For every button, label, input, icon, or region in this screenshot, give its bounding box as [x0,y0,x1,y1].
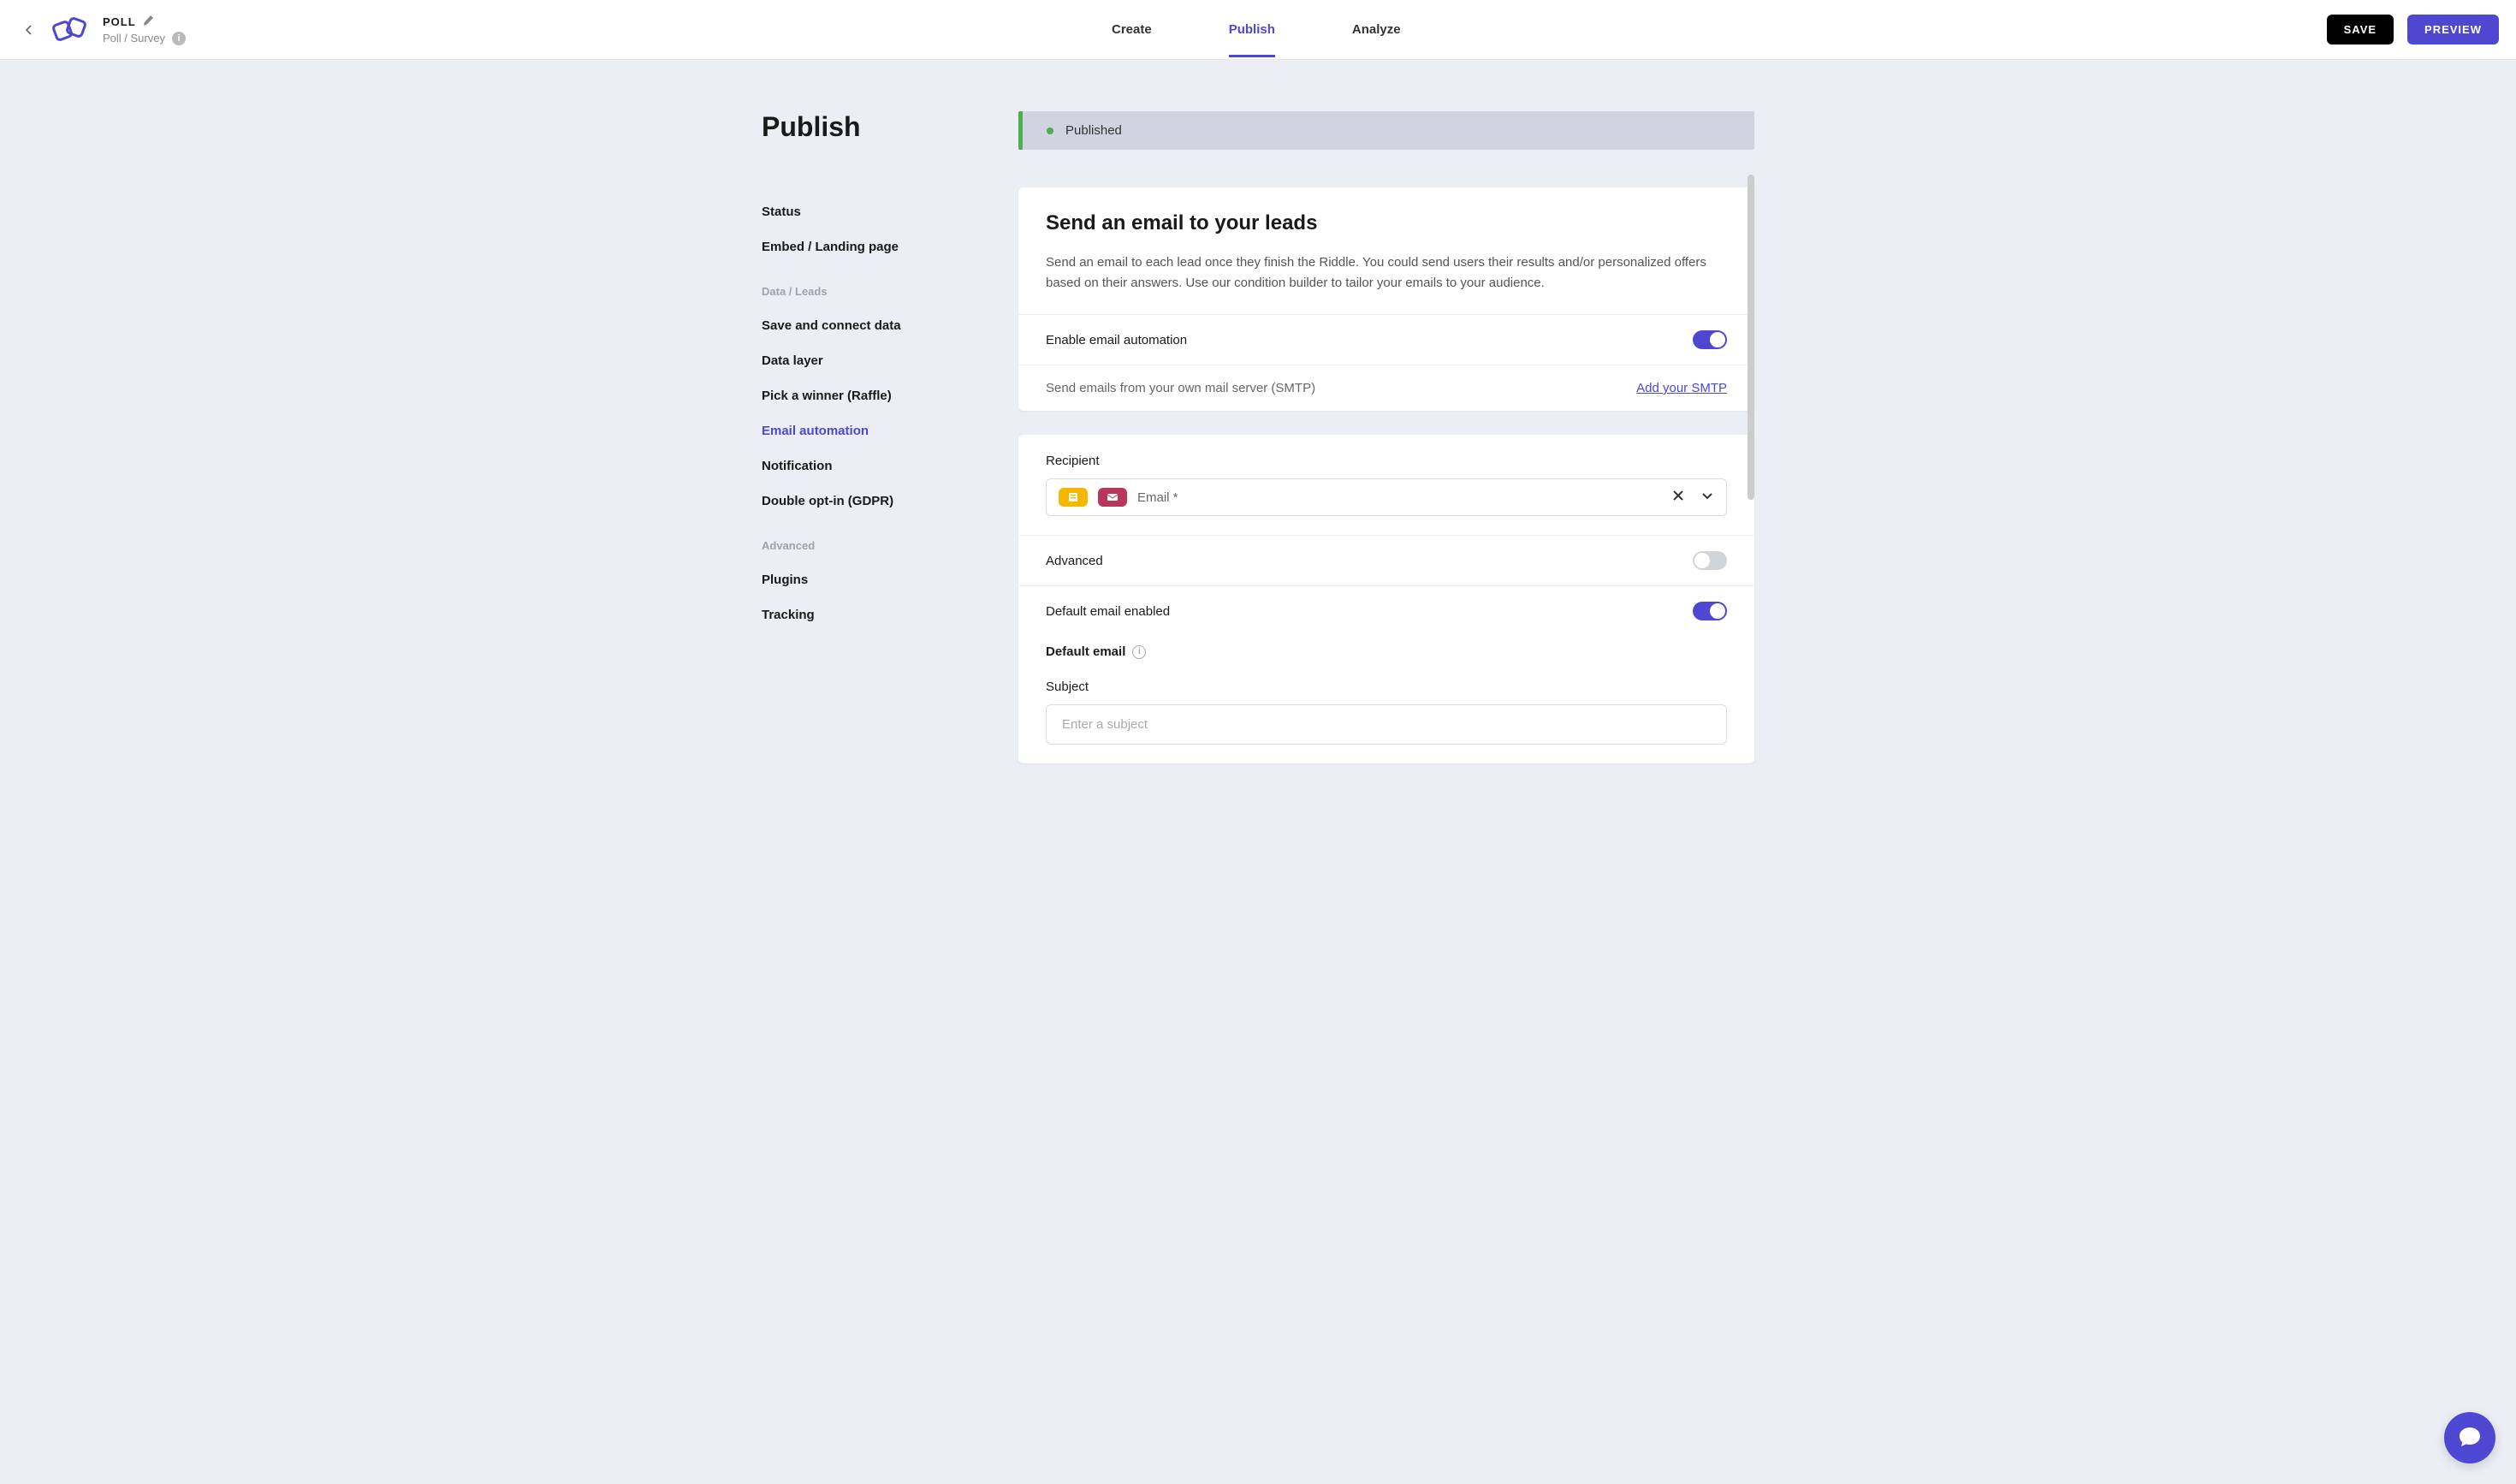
enable-automation-label: Enable email automation [1046,333,1187,347]
page-subtitle: Poll / Survey [103,32,165,45]
sidebar-item-plugins[interactable]: Plugins [762,562,1018,597]
header-actions: SAVE PREVIEW [2327,15,2499,45]
app-logo[interactable] [48,13,92,47]
app-header: POLL Poll / Survey i Create Publish Anal… [0,0,2516,60]
sidebar-section-advanced: Advanced [762,539,1018,552]
preview-button[interactable]: PREVIEW [2407,15,2499,45]
sidebar-item-status[interactable]: Status [762,194,1018,229]
content: Publish Status Embed / Landing page Data… [745,111,1771,763]
email-leads-card: Send an email to your leads Send an emai… [1018,187,1754,411]
chevron-down-icon[interactable] [1700,489,1714,507]
main: Published Send an email to your leads Se… [1018,111,1754,763]
enable-automation-toggle[interactable] [1693,330,1727,349]
status-dot-icon [1047,128,1053,134]
enable-automation-row: Enable email automation [1018,314,1754,365]
status-banner: Published [1018,111,1754,150]
advanced-toggle[interactable] [1693,551,1727,570]
recipient-value: Email * [1137,490,1661,505]
default-enabled-label: Default email enabled [1046,604,1170,619]
subject-label: Subject [1046,680,1727,694]
form-chip-icon [1059,488,1088,507]
card-description: Send an email to each lead once they fin… [1046,252,1727,294]
sidebar: Publish Status Embed / Landing page Data… [762,111,1018,763]
scrollbar-thumb[interactable] [1748,175,1754,500]
tab-create[interactable]: Create [1112,2,1152,57]
sidebar-item-save-data[interactable]: Save and connect data [762,308,1018,343]
sidebar-item-gdpr[interactable]: Double opt-in (GDPR) [762,484,1018,519]
email-chip-icon [1098,488,1127,507]
chat-fab[interactable] [2444,1412,2495,1463]
advanced-row: Advanced [1018,535,1754,585]
recipient-select[interactable]: Email * [1046,478,1727,516]
sidebar-item-data-layer[interactable]: Data layer [762,343,1018,378]
email-config-card: Recipient Email * Advanced [1018,435,1754,763]
sidebar-item-raffle[interactable]: Pick a winner (Raffle) [762,378,1018,413]
sidebar-section-data: Data / Leads [762,285,1018,298]
envelope-icon [1107,491,1119,503]
default-enabled-row: Default email enabled [1018,585,1754,636]
sidebar-item-notification[interactable]: Notification [762,448,1018,484]
card-title: Send an email to your leads [1046,211,1727,235]
page-title: POLL [103,15,136,28]
chevron-left-icon [24,25,34,35]
default-email-label-text: Default email [1046,644,1125,659]
save-button[interactable]: SAVE [2327,15,2394,45]
tab-analyze[interactable]: Analyze [1352,2,1401,57]
sidebar-item-embed[interactable]: Embed / Landing page [762,229,1018,264]
sidebar-item-tracking[interactable]: Tracking [762,597,1018,632]
subject-input[interactable] [1046,704,1727,745]
edit-title-button[interactable] [143,15,154,30]
info-button[interactable]: i [172,32,186,45]
title-block: POLL Poll / Survey i [103,15,186,45]
status-text: Published [1065,123,1122,138]
sidebar-item-email-automation[interactable]: Email automation [762,413,1018,448]
default-enabled-toggle[interactable] [1693,602,1727,620]
advanced-label: Advanced [1046,554,1103,568]
smtp-row: Send emails from your own mail server (S… [1018,365,1754,411]
chat-icon [2456,1424,2483,1451]
clear-icon[interactable] [1671,489,1685,507]
nav-tabs: Create Publish Analyze [186,2,2327,57]
logo-icon [48,13,92,47]
default-email-label: Default email i [1046,644,1727,659]
scrollbar-track [1748,175,1754,688]
smtp-label: Send emails from your own mail server (S… [1046,381,1315,395]
default-email-info-icon[interactable]: i [1132,645,1146,659]
page-heading: Publish [762,111,1018,143]
tab-publish[interactable]: Publish [1229,2,1275,57]
recipient-label: Recipient [1046,454,1727,468]
pencil-icon [143,15,154,26]
form-icon [1067,491,1079,503]
back-button[interactable] [17,18,41,42]
add-smtp-link[interactable]: Add your SMTP [1636,381,1727,395]
